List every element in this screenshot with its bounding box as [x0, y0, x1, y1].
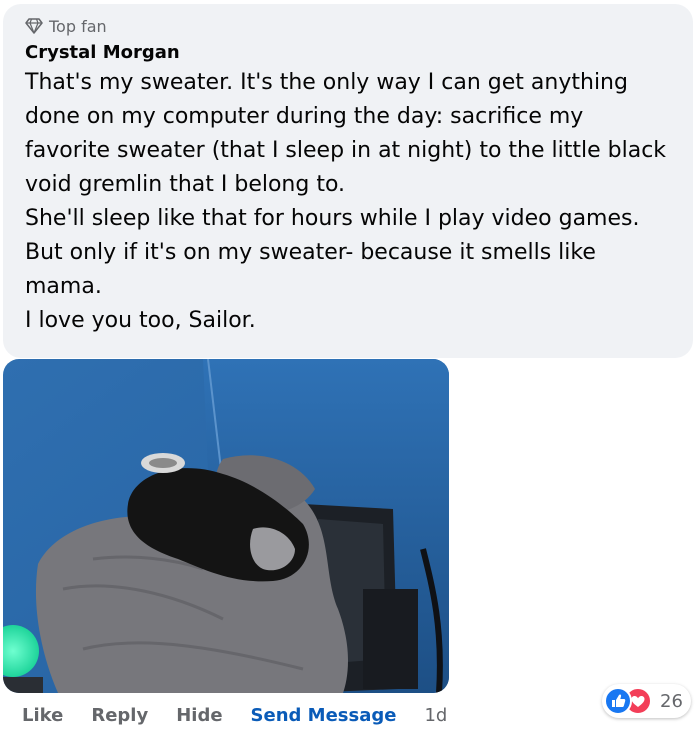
comment-line: That's my sweater. It's the only way I c… [25, 70, 628, 95]
reply-button[interactable]: Reply [91, 705, 148, 726]
comment-line: But only if it's on my sweater- because … [25, 240, 596, 265]
badge-label: Top fan [49, 16, 107, 36]
top-fan-badge: Top fan [25, 14, 679, 38]
diamond-icon [25, 18, 43, 34]
reaction-summary[interactable]: 26 [602, 684, 691, 718]
send-message-button[interactable]: Send Message [251, 705, 397, 726]
comment-text: That's my sweater. It's the only way I c… [25, 66, 679, 338]
comment-timestamp[interactable]: 1d [424, 705, 447, 726]
comment-line: done on my computer during the day: sacr… [25, 104, 584, 129]
hide-button[interactable]: Hide [176, 705, 222, 726]
comment-line: I love you too, Sailor. [25, 308, 256, 333]
comment-actions: Like Reply Hide Send Message 1d [22, 705, 447, 726]
like-button[interactable]: Like [22, 705, 63, 726]
comment-author[interactable]: Crystal Morgan [25, 42, 679, 64]
comment-line: mama. [25, 274, 102, 299]
comment-line: void gremlin that I belong to. [25, 172, 346, 197]
like-icon [604, 687, 632, 715]
reaction-icons [604, 686, 654, 716]
cat-on-sweater-photo [3, 359, 449, 693]
comment-photo[interactable] [3, 359, 449, 693]
comment-line: favorite sweater (that I sleep in at nig… [25, 138, 667, 163]
reaction-count: 26 [660, 690, 683, 712]
comment-bubble: Top fan Crystal Morgan That's my sweater… [3, 4, 693, 358]
comment-line: She'll sleep like that for hours while I… [25, 206, 640, 231]
